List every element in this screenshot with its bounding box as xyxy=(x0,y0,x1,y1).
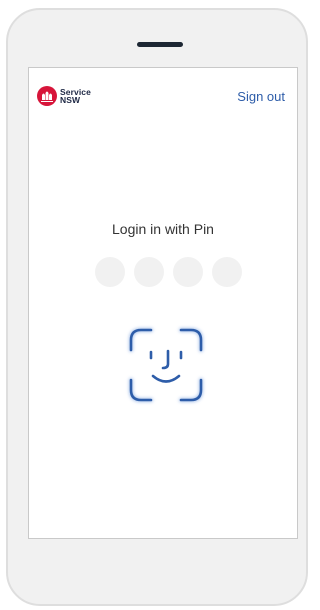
pin-dot-1 xyxy=(95,257,125,287)
logo-wordmark: Service NSW xyxy=(60,88,91,105)
app-screen: Service NSW Sign out Login in with Pin xyxy=(28,67,298,539)
pin-login-title: Login in with Pin xyxy=(112,221,214,237)
pin-dot-3 xyxy=(173,257,203,287)
sign-out-link[interactable]: Sign out xyxy=(237,89,285,104)
waratah-logo-icon xyxy=(37,86,57,106)
pin-indicator xyxy=(95,257,242,287)
phone-speaker xyxy=(137,42,183,47)
logo-wordmark-line2: NSW xyxy=(60,95,81,105)
face-id-icon[interactable] xyxy=(125,324,207,406)
phone-frame: Service NSW Sign out Login in with Pin xyxy=(6,8,308,606)
pin-dot-2 xyxy=(134,257,164,287)
service-nsw-logo: Service NSW xyxy=(37,86,91,106)
pin-dot-4 xyxy=(212,257,242,287)
